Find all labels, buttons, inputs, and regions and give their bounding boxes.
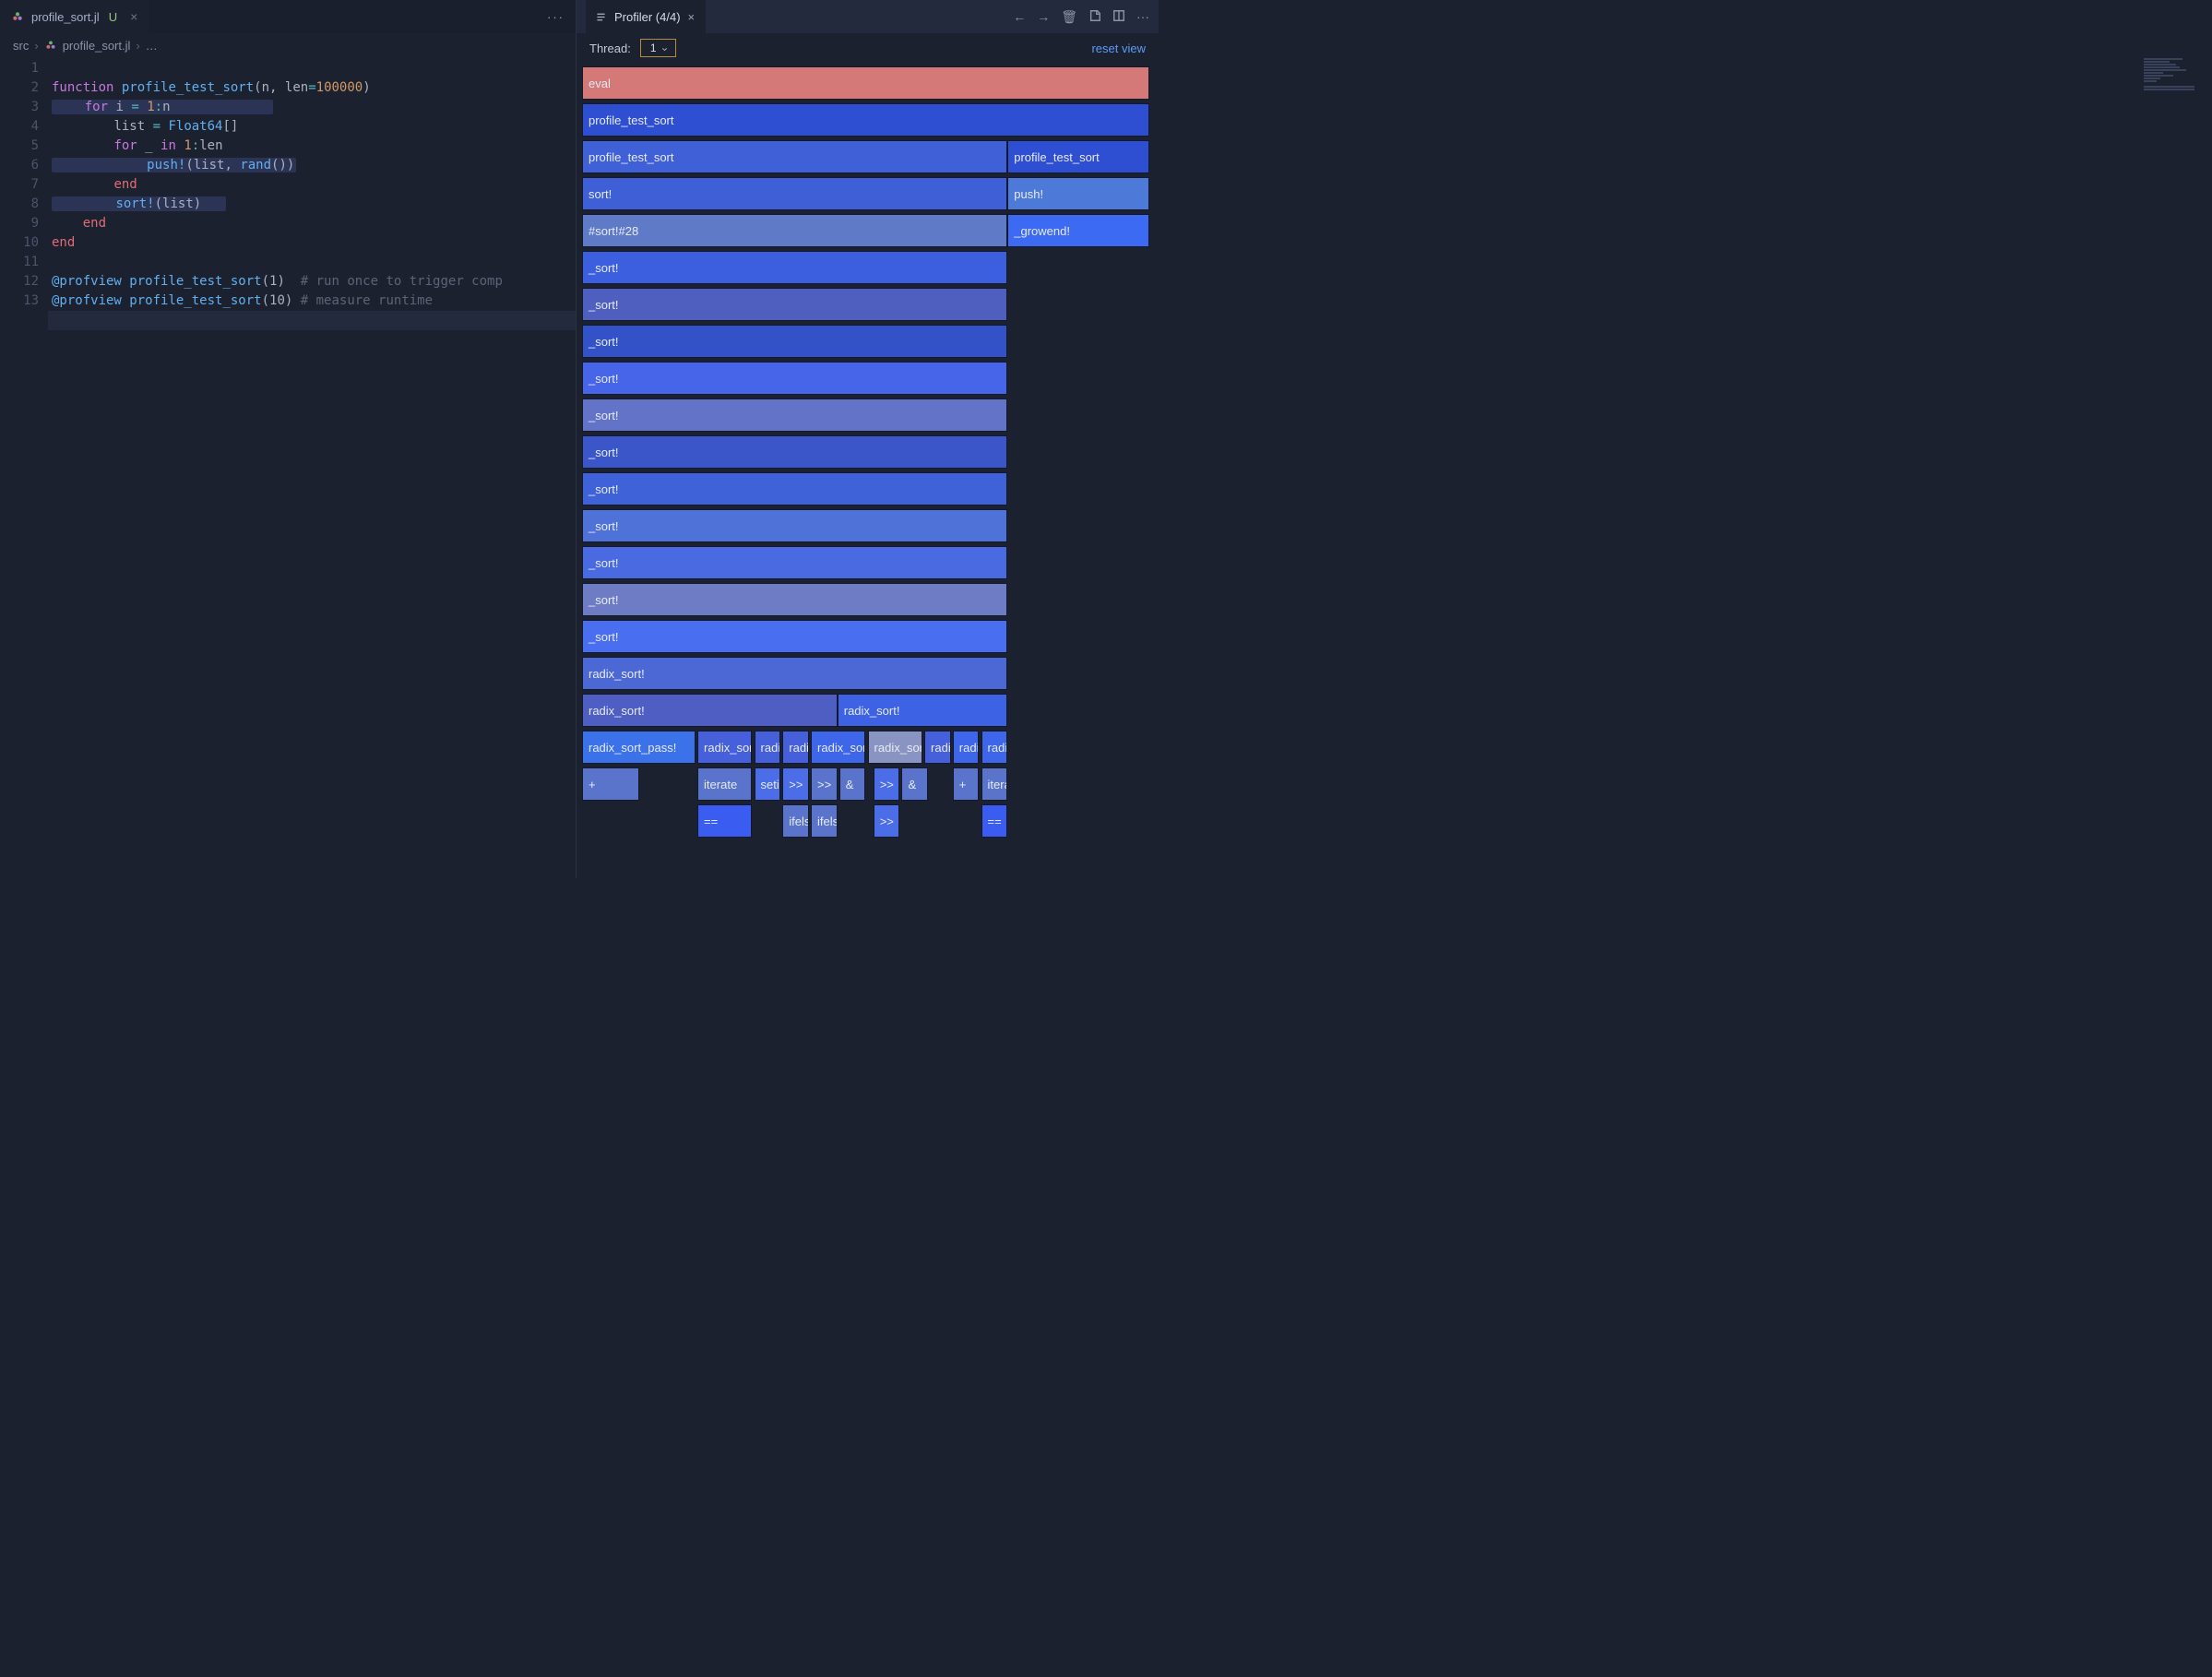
flame-bar[interactable]: eval: [582, 66, 1149, 100]
flame-bar[interactable]: >>: [782, 767, 809, 801]
save-icon[interactable]: [1088, 9, 1101, 25]
flame-bar[interactable]: &: [839, 767, 866, 801]
tab-overflow-menu[interactable]: ···: [536, 10, 576, 24]
breadcrumb-segment[interactable]: profile_sort.jl: [63, 39, 131, 53]
chevron-right-icon: ›: [34, 39, 38, 53]
thread-select[interactable]: 1: [640, 39, 676, 57]
breadcrumb[interactable]: src › profile_sort.jl › …: [0, 33, 576, 57]
flame-bar[interactable]: >>: [874, 767, 900, 801]
flame-bar[interactable]: ==: [697, 804, 752, 838]
nav-back-icon[interactable]: ←: [1013, 9, 1026, 25]
flame-bar[interactable]: >>: [874, 804, 900, 838]
profiler-title: Profiler (4/4): [614, 10, 681, 24]
chevron-right-icon: ›: [136, 39, 139, 53]
line-number: 12: [0, 272, 39, 291]
flame-bar[interactable]: _growend!: [1007, 214, 1149, 247]
line-number-gutter: 12345678910111213: [0, 57, 52, 878]
close-icon[interactable]: ×: [688, 10, 696, 24]
breadcrumb-segment[interactable]: src: [13, 39, 29, 53]
flame-bar[interactable]: profile_test_sort: [582, 140, 1007, 173]
line-number: 5: [0, 137, 39, 156]
nav-forward-icon[interactable]: →: [1037, 9, 1050, 25]
profiler-controls: Thread: 1 reset view: [577, 33, 1159, 61]
profiler-header: Profiler (4/4) × ← → 🗑 ···: [577, 0, 1159, 33]
flame-bar[interactable]: radix_sort!: [582, 694, 838, 727]
more-icon[interactable]: ···: [1136, 9, 1149, 25]
flame-bar[interactable]: radix_sort_pass!: [582, 731, 696, 764]
file-tab-label: profile_sort.jl: [31, 10, 100, 24]
flame-bar[interactable]: _sort!: [582, 472, 1007, 505]
flame-bar[interactable]: radix_sort_pass!: [811, 731, 865, 764]
trash-icon[interactable]: 🗑: [1061, 9, 1077, 25]
flame-bar[interactable]: +: [953, 767, 980, 801]
flame-bar[interactable]: push!: [1007, 177, 1149, 210]
line-number: 3: [0, 98, 39, 117]
flame-list-icon: [595, 11, 607, 23]
flame-bar[interactable]: radix_sort_pass!: [953, 731, 980, 764]
line-number: 8: [0, 195, 39, 214]
line-number: 1: [0, 59, 39, 78]
flame-bar[interactable]: ifelse: [811, 804, 838, 838]
flame-bar[interactable]: radix_sort!: [838, 694, 1008, 727]
flame-bar[interactable]: _sort!: [582, 325, 1007, 358]
flame-bar[interactable]: sort!: [582, 177, 1007, 210]
minimap[interactable]: [2144, 57, 2208, 113]
julia-file-icon: [11, 10, 24, 23]
dirty-indicator: U: [109, 10, 117, 24]
flame-bar[interactable]: _sort!: [582, 583, 1007, 616]
profiler-tab[interactable]: Profiler (4/4) ×: [586, 0, 706, 33]
flame-bar[interactable]: _sort!: [582, 362, 1007, 395]
split-layout-icon[interactable]: [1112, 9, 1125, 25]
flame-bar[interactable]: radix_sort_pass!: [868, 731, 922, 764]
file-tab[interactable]: profile_sort.jl U ×: [0, 0, 149, 33]
thread-label: Thread:: [589, 42, 631, 55]
flame-bar[interactable]: _sort!: [582, 398, 1007, 432]
julia-file-icon: [44, 39, 57, 52]
flame-bar[interactable]: _sort!: [582, 251, 1007, 284]
flame-bar[interactable]: ifelse: [782, 804, 809, 838]
line-number: 13: [0, 291, 39, 311]
flame-bar[interactable]: profile_test_sort: [582, 103, 1149, 137]
line-number: 11: [0, 253, 39, 272]
flame-bar[interactable]: setindex!: [755, 767, 781, 801]
profiler-pane: Profiler (4/4) × ← → 🗑 ··· Thread: 1 res…: [576, 0, 1159, 878]
flame-bar[interactable]: radix_sort_pass!: [755, 731, 781, 764]
flame-bar[interactable]: _sort!: [582, 435, 1007, 469]
editor-tab-bar: profile_sort.jl U × ···: [0, 0, 576, 33]
profiler-toolbar: ← → 🗑 ···: [1013, 9, 1149, 25]
flame-bar[interactable]: #sort!#28: [582, 214, 1007, 247]
code-editor[interactable]: 12345678910111213 function profile_test_…: [0, 57, 576, 878]
flame-bar[interactable]: >>: [811, 767, 838, 801]
flame-bar[interactable]: radix_sort_pass!: [697, 731, 752, 764]
line-number: 2: [0, 78, 39, 98]
flame-bar[interactable]: _sort!: [582, 288, 1007, 321]
breadcrumb-trailing: …: [146, 39, 158, 53]
line-number: 10: [0, 233, 39, 253]
flame-bar[interactable]: radix_sort_pass!: [782, 731, 809, 764]
flame-bar[interactable]: _sort!: [582, 546, 1007, 579]
flame-bar[interactable]: +: [582, 767, 639, 801]
flame-bar[interactable]: iterate: [697, 767, 752, 801]
flame-bar[interactable]: _sort!: [582, 620, 1007, 653]
line-number: 6: [0, 156, 39, 175]
flame-bar[interactable]: iterate: [981, 767, 1008, 801]
close-icon[interactable]: ×: [130, 9, 137, 24]
flame-bar[interactable]: radix_sort_pass!: [924, 731, 951, 764]
flame-bar[interactable]: &: [901, 767, 928, 801]
flame-bar[interactable]: _sort!: [582, 509, 1007, 542]
code-content[interactable]: function profile_test_sort(n, len=100000…: [52, 57, 576, 878]
flame-graph[interactable]: evalprofile_test_sortprofile_test_sortpr…: [577, 61, 1159, 878]
reset-view-link[interactable]: reset view: [1091, 42, 1146, 55]
editor-pane: profile_sort.jl U × ··· src › profile_so…: [0, 0, 576, 878]
flame-bar[interactable]: radix_sort_pass!: [981, 731, 1008, 764]
line-number: 4: [0, 117, 39, 137]
flame-bar[interactable]: profile_test_sort: [1007, 140, 1149, 173]
line-number: 9: [0, 214, 39, 233]
line-number: 7: [0, 175, 39, 195]
flame-bar[interactable]: ==: [981, 804, 1008, 838]
flame-bar[interactable]: radix_sort!: [582, 657, 1007, 690]
